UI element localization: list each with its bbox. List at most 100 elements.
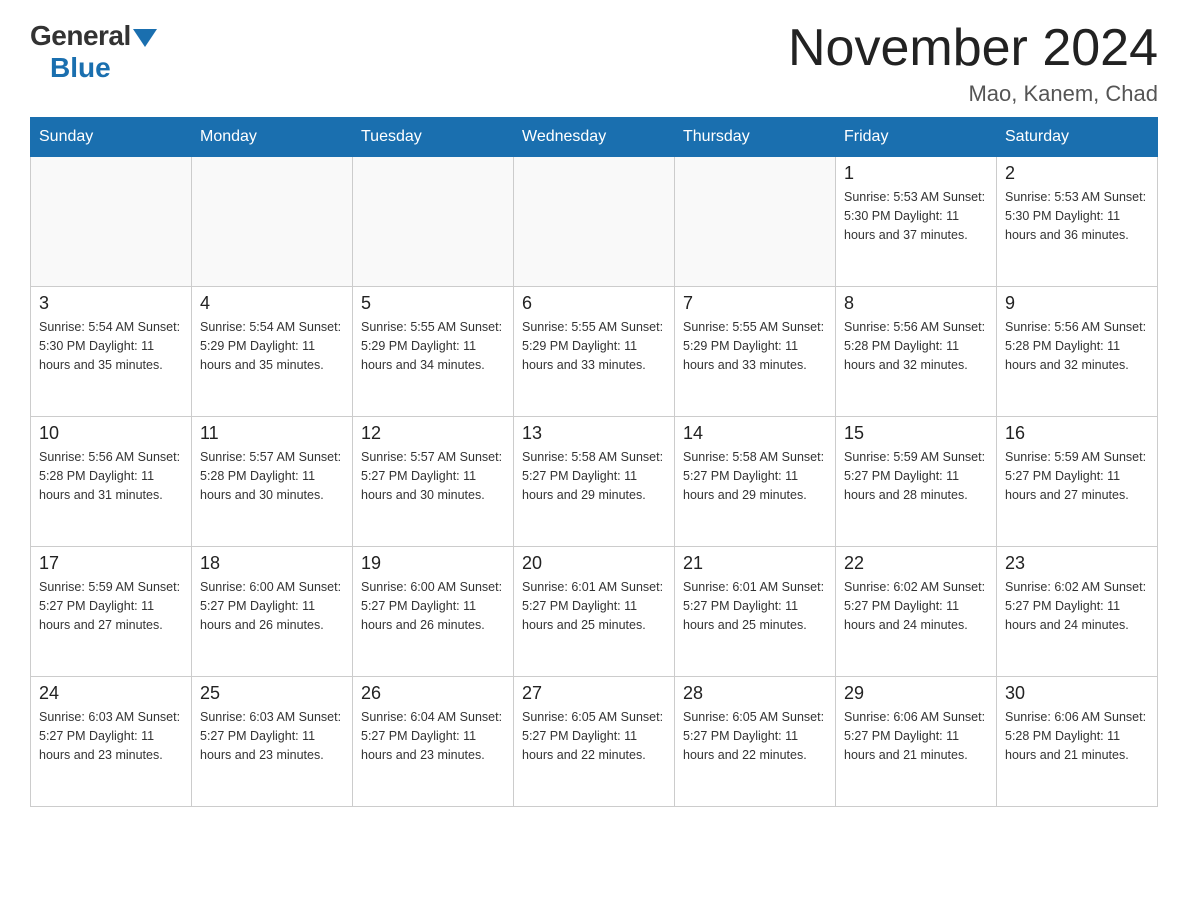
day-number: 30 — [1005, 683, 1149, 704]
weekday-header-sunday: Sunday — [31, 118, 192, 157]
calendar-cell: 7 Sunrise: 5:55 AM Sunset: 5:29 PM Daylig… — [675, 287, 836, 417]
day-info: Sunrise: 5:53 AM Sunset: 5:30 PM Dayligh… — [844, 188, 988, 244]
day-info: Sunrise: 5:56 AM Sunset: 5:28 PM Dayligh… — [39, 448, 183, 504]
calendar-cell: 28Sunrise: 6:05 AM Sunset: 5:27 PM Dayli… — [675, 677, 836, 807]
day-number: 29 — [844, 683, 988, 704]
day-number: 24 — [39, 683, 183, 704]
weekday-header-saturday: Saturday — [997, 118, 1158, 157]
calendar-cell: 25 Sunrise: 6:03 AM Sunset: 5:27 PM Dayli… — [192, 677, 353, 807]
calendar-week-row: 1 Sunrise: 5:53 AM Sunset: 5:30 PM Daylig… — [31, 157, 1158, 287]
calendar-cell: 16 Sunrise: 5:59 AM Sunset: 5:27 PM Dayli… — [997, 417, 1158, 547]
calendar-cell: 29Sunrise: 6:06 AM Sunset: 5:27 PM Dayli… — [836, 677, 997, 807]
day-number: 13 — [522, 423, 666, 444]
calendar-cell: 9 Sunrise: 5:56 AM Sunset: 5:28 PM Daylig… — [997, 287, 1158, 417]
calendar-cell: 5 Sunrise: 5:55 AM Sunset: 5:29 PM Daylig… — [353, 287, 514, 417]
calendar-cell: 26 Sunrise: 6:04 AM Sunset: 5:27 PM Dayli… — [353, 677, 514, 807]
calendar-cell — [514, 157, 675, 287]
day-info: Sunrise: 6:02 AM Sunset: 5:27 PM Dayligh… — [1005, 578, 1149, 634]
weekday-header-tuesday: Tuesday — [353, 118, 514, 157]
day-info: Sunrise: 6:06 AM Sunset: 5:28 PM Dayligh… — [1005, 708, 1149, 764]
weekday-header-friday: Friday — [836, 118, 997, 157]
day-info: Sunrise: 5:59 AM Sunset: 5:27 PM Dayligh… — [844, 448, 988, 504]
calendar-cell: 27 Sunrise: 6:05 AM Sunset: 5:27 PM Dayli… — [514, 677, 675, 807]
calendar-cell: 19 Sunrise: 6:00 AM Sunset: 5:27 PM Dayli… — [353, 547, 514, 677]
day-number: 18 — [200, 553, 344, 574]
day-info: Sunrise: 6:04 AM Sunset: 5:27 PM Dayligh… — [361, 708, 505, 764]
weekday-header-wednesday: Wednesday — [514, 118, 675, 157]
calendar-cell — [31, 157, 192, 287]
calendar-cell: 22 Sunrise: 6:02 AM Sunset: 5:27 PM Dayli… — [836, 547, 997, 677]
day-info: Sunrise: 5:54 AM Sunset: 5:29 PM Dayligh… — [200, 318, 344, 374]
calendar-cell — [675, 157, 836, 287]
day-info: Sunrise: 5:59 AM Sunset: 5:27 PM Dayligh… — [39, 578, 183, 634]
calendar-cell: 23Sunrise: 6:02 AM Sunset: 5:27 PM Dayli… — [997, 547, 1158, 677]
day-info: Sunrise: 5:55 AM Sunset: 5:29 PM Dayligh… — [361, 318, 505, 374]
day-info: Sunrise: 6:00 AM Sunset: 5:27 PM Dayligh… — [361, 578, 505, 634]
logo: General Blue — [30, 20, 157, 84]
day-info: Sunrise: 5:53 AM Sunset: 5:30 PM Dayligh… — [1005, 188, 1149, 244]
day-number: 5 — [361, 293, 505, 314]
calendar-week-row: 17Sunrise: 5:59 AM Sunset: 5:27 PM Dayli… — [31, 547, 1158, 677]
day-number: 15 — [844, 423, 988, 444]
day-number: 26 — [361, 683, 505, 704]
day-number: 12 — [361, 423, 505, 444]
calendar-week-row: 10Sunrise: 5:56 AM Sunset: 5:28 PM Dayli… — [31, 417, 1158, 547]
calendar-cell: 11 Sunrise: 5:57 AM Sunset: 5:28 PM Dayli… — [192, 417, 353, 547]
calendar-cell: 13Sunrise: 5:58 AM Sunset: 5:27 PM Dayli… — [514, 417, 675, 547]
calendar-cell: 4 Sunrise: 5:54 AM Sunset: 5:29 PM Daylig… — [192, 287, 353, 417]
day-info: Sunrise: 6:05 AM Sunset: 5:27 PM Dayligh… — [522, 708, 666, 764]
logo-general-text: General — [30, 20, 131, 52]
calendar-week-row: 24 Sunrise: 6:03 AM Sunset: 5:27 PM Dayli… — [31, 677, 1158, 807]
day-number: 25 — [200, 683, 344, 704]
day-number: 28 — [683, 683, 827, 704]
day-number: 11 — [200, 423, 344, 444]
calendar-cell: 8Sunrise: 5:56 AM Sunset: 5:28 PM Daylig… — [836, 287, 997, 417]
calendar-cell: 1 Sunrise: 5:53 AM Sunset: 5:30 PM Daylig… — [836, 157, 997, 287]
day-number: 20 — [522, 553, 666, 574]
day-info: Sunrise: 6:03 AM Sunset: 5:27 PM Dayligh… — [39, 708, 183, 764]
calendar-cell: 30 Sunrise: 6:06 AM Sunset: 5:28 PM Dayli… — [997, 677, 1158, 807]
title-area: November 2024 Mao, Kanem, Chad — [788, 20, 1158, 107]
page-header: General Blue November 2024 Mao, Kanem, C… — [30, 20, 1158, 107]
weekday-header-monday: Monday — [192, 118, 353, 157]
logo-triangle-icon — [133, 29, 157, 47]
calendar-week-row: 3 Sunrise: 5:54 AM Sunset: 5:30 PM Daylig… — [31, 287, 1158, 417]
day-number: 9 — [1005, 293, 1149, 314]
day-info: Sunrise: 5:55 AM Sunset: 5:29 PM Dayligh… — [522, 318, 666, 374]
calendar-cell: 18 Sunrise: 6:00 AM Sunset: 5:27 PM Dayli… — [192, 547, 353, 677]
day-number: 21 — [683, 553, 827, 574]
day-number: 8 — [844, 293, 988, 314]
day-info: Sunrise: 5:59 AM Sunset: 5:27 PM Dayligh… — [1005, 448, 1149, 504]
calendar-cell: 3 Sunrise: 5:54 AM Sunset: 5:30 PM Daylig… — [31, 287, 192, 417]
day-number: 4 — [200, 293, 344, 314]
calendar-table: SundayMondayTuesdayWednesdayThursdayFrid… — [30, 117, 1158, 807]
day-number: 16 — [1005, 423, 1149, 444]
day-info: Sunrise: 6:02 AM Sunset: 5:27 PM Dayligh… — [844, 578, 988, 634]
calendar-cell: 6Sunrise: 5:55 AM Sunset: 5:29 PM Daylig… — [514, 287, 675, 417]
calendar-cell: 17Sunrise: 5:59 AM Sunset: 5:27 PM Dayli… — [31, 547, 192, 677]
calendar-cell: 14Sunrise: 5:58 AM Sunset: 5:27 PM Dayli… — [675, 417, 836, 547]
day-number: 1 — [844, 163, 988, 184]
day-info: Sunrise: 6:03 AM Sunset: 5:27 PM Dayligh… — [200, 708, 344, 764]
day-info: Sunrise: 6:00 AM Sunset: 5:27 PM Dayligh… — [200, 578, 344, 634]
day-info: Sunrise: 5:57 AM Sunset: 5:28 PM Dayligh… — [200, 448, 344, 504]
calendar-cell: 2 Sunrise: 5:53 AM Sunset: 5:30 PM Daylig… — [997, 157, 1158, 287]
calendar-cell — [192, 157, 353, 287]
day-number: 22 — [844, 553, 988, 574]
day-info: Sunrise: 5:54 AM Sunset: 5:30 PM Dayligh… — [39, 318, 183, 374]
day-number: 19 — [361, 553, 505, 574]
calendar-cell: 10Sunrise: 5:56 AM Sunset: 5:28 PM Dayli… — [31, 417, 192, 547]
day-info: Sunrise: 6:01 AM Sunset: 5:27 PM Dayligh… — [522, 578, 666, 634]
day-number: 2 — [1005, 163, 1149, 184]
day-number: 3 — [39, 293, 183, 314]
day-info: Sunrise: 6:01 AM Sunset: 5:27 PM Dayligh… — [683, 578, 827, 634]
day-info: Sunrise: 5:55 AM Sunset: 5:29 PM Dayligh… — [683, 318, 827, 374]
day-info: Sunrise: 5:57 AM Sunset: 5:27 PM Dayligh… — [361, 448, 505, 504]
weekday-header-thursday: Thursday — [675, 118, 836, 157]
day-number: 7 — [683, 293, 827, 314]
day-info: Sunrise: 5:56 AM Sunset: 5:28 PM Dayligh… — [1005, 318, 1149, 374]
calendar-cell — [353, 157, 514, 287]
calendar-cell: 12 Sunrise: 5:57 AM Sunset: 5:27 PM Dayli… — [353, 417, 514, 547]
calendar-header-row: SundayMondayTuesdayWednesdayThursdayFrid… — [31, 118, 1158, 157]
day-number: 27 — [522, 683, 666, 704]
